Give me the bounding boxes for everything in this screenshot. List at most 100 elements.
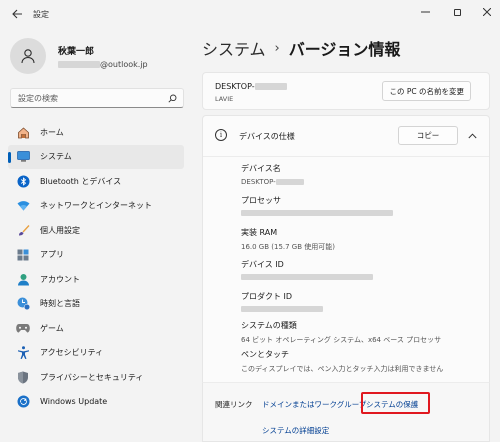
- maximize-button[interactable]: [446, 4, 468, 20]
- spec-device-id: デバイス ID: [241, 259, 373, 280]
- spec-label: プロセッサ: [241, 196, 281, 205]
- link-system-protection[interactable]: システムの保護: [366, 399, 418, 410]
- redacted-device-suffix: [254, 83, 287, 90]
- sidebar-item-label: アプリ: [40, 250, 64, 260]
- device-name-prefix: DESKTOP-: [215, 82, 255, 91]
- maximize-icon: [453, 8, 461, 16]
- user-avatar-icon: [21, 49, 35, 64]
- device-specs-header[interactable]: i デバイスの仕様 コピー: [203, 116, 489, 156]
- divider: [203, 156, 489, 157]
- spec-pen-touch: ペンとタッチ このディスプレイでは、ペン入力とタッチ入力は利用できません: [241, 349, 443, 374]
- sidebar-item-accessibility[interactable]: アクセシビリティ: [8, 341, 184, 366]
- sidebar-item-gaming[interactable]: ゲーム: [8, 316, 184, 341]
- search-box[interactable]: [10, 88, 184, 108]
- bluetooth-icon: [16, 174, 30, 188]
- spec-device-name: デバイス名 DESKTOP-: [241, 163, 304, 186]
- sidebar-item-privacy[interactable]: プライバシーとセキュリティ: [8, 365, 184, 390]
- spec-label: デバイス名: [241, 164, 281, 173]
- sidebar-item-label: ゲーム: [40, 323, 64, 333]
- user-profile[interactable]: 秋葉一郎 @outlook.jp: [10, 38, 148, 74]
- spec-value: 64 ビット オペレーティング システム、x64 ベース プロセッサ: [241, 336, 442, 344]
- accessibility-icon: [16, 346, 30, 360]
- time-language-icon: [16, 297, 30, 311]
- apps-icon: [16, 248, 30, 262]
- device-specs-title: デバイスの仕様: [239, 132, 295, 141]
- redacted-value: [241, 210, 393, 216]
- avatar: [10, 38, 46, 74]
- device-name: DESKTOP-: [215, 82, 287, 91]
- spec-value: [241, 210, 393, 216]
- sidebar-item-accounts[interactable]: アカウント: [8, 267, 184, 292]
- spec-label: プロダクト ID: [241, 292, 293, 301]
- close-icon: [483, 8, 491, 16]
- redacted-email-user: [58, 60, 100, 68]
- sidebar-item-label: システム: [40, 152, 72, 162]
- sidebar-item-bluetooth[interactable]: Bluetooth とデバイス: [8, 169, 184, 194]
- sidebar-nav: ホーム システム Bluetooth とデバイス ネットワークとインターネット …: [8, 120, 184, 414]
- copy-button[interactable]: コピー: [398, 126, 458, 145]
- related-links-section: 関連リンク ドメインまたはワークグループ システムの保護 システムの詳細設定: [202, 382, 490, 442]
- sidebar-item-label: 時刻と言語: [40, 299, 80, 309]
- sidebar-item-windows-update[interactable]: Windows Update: [8, 390, 184, 415]
- link-advanced-system-settings[interactable]: システムの詳細設定: [262, 425, 329, 436]
- back-button[interactable]: [10, 7, 24, 21]
- sidebar-item-label: ホーム: [40, 127, 64, 137]
- account-icon: [16, 272, 30, 286]
- chevron-up-icon[interactable]: [466, 130, 478, 142]
- sidebar-item-label: アカウント: [40, 274, 80, 284]
- gamepad-icon: [16, 321, 30, 335]
- search-icon[interactable]: [164, 94, 180, 103]
- link-domain-workgroup[interactable]: ドメインまたはワークグループ: [262, 399, 366, 410]
- system-display-icon: [16, 150, 30, 164]
- breadcrumb-separator: ›: [274, 40, 280, 56]
- redacted-value: [241, 274, 373, 280]
- user-name: 秋葉一郎: [58, 46, 95, 57]
- sidebar-item-home[interactable]: ホーム: [8, 120, 184, 145]
- spec-value: DESKTOP-: [241, 178, 304, 186]
- spec-system-type: システムの種類 64 ビット オペレーティング システム、x64 ベース プロセ…: [241, 320, 441, 345]
- spec-value: このディスプレイでは、ペン入力とタッチ入力は利用できません: [241, 365, 444, 373]
- wifi-icon: [16, 199, 30, 213]
- title-bar: 設定: [0, 0, 500, 28]
- minimize-icon: [420, 11, 430, 13]
- page-title: バージョン情報: [288, 40, 401, 59]
- device-name-card: DESKTOP- LAVIE この PC の名前を変更: [202, 72, 490, 110]
- user-email-domain: @outlook.jp: [100, 59, 148, 69]
- search-input[interactable]: [18, 93, 164, 103]
- spec-label: システムの種類: [241, 321, 297, 330]
- sidebar-item-label: アクセシビリティ: [40, 348, 104, 358]
- sidebar-item-label: ネットワークとインターネット: [40, 201, 152, 211]
- device-model: LAVIE: [215, 95, 234, 103]
- spec-value-text: DESKTOP-: [241, 178, 276, 186]
- close-button[interactable]: [476, 4, 498, 20]
- spec-label: 実装 RAM: [241, 228, 278, 237]
- sidebar-item-label: プライバシーとセキュリティ: [40, 372, 144, 382]
- spec-ram: 実装 RAM 16.0 GB (15.7 GB 使用可能): [241, 227, 335, 252]
- sidebar-item-apps[interactable]: アプリ: [8, 243, 184, 268]
- breadcrumb: システム › バージョン情報: [202, 36, 400, 60]
- sidebar-item-personalization[interactable]: 個人用設定: [8, 218, 184, 243]
- sidebar-item-network[interactable]: ネットワークとインターネット: [8, 194, 184, 219]
- sidebar-item-system[interactable]: システム: [8, 144, 184, 169]
- info-icon: i: [215, 129, 227, 141]
- brush-icon: [16, 223, 30, 237]
- windows-update-icon: [16, 395, 30, 409]
- arrow-left-icon: [11, 9, 22, 19]
- spec-label: ペンとタッチ: [241, 350, 289, 359]
- sidebar-item-label: 個人用設定: [40, 225, 80, 235]
- spec-processor: プロセッサ: [241, 195, 393, 216]
- breadcrumb-parent[interactable]: システム: [202, 36, 266, 60]
- related-links-label: 関連リンク: [215, 400, 253, 409]
- app-title: 設定: [33, 10, 49, 19]
- spec-label: デバイス ID: [241, 260, 284, 269]
- redacted-value: [275, 179, 304, 185]
- sidebar-item-label: Bluetooth とデバイス: [40, 176, 122, 186]
- sidebar-item-time-language[interactable]: 時刻と言語: [8, 292, 184, 317]
- rename-pc-button[interactable]: この PC の名前を変更: [382, 81, 471, 101]
- device-specs-card: i デバイスの仕様 コピー デバイス名 DESKTOP- プロセッサ 実装 RA…: [202, 115, 490, 387]
- shield-icon: [16, 370, 30, 384]
- spec-value: 16.0 GB (15.7 GB 使用可能): [241, 243, 335, 251]
- minimize-button[interactable]: [414, 4, 436, 20]
- sidebar-item-label: Windows Update: [40, 397, 108, 407]
- redacted-value: [241, 306, 323, 312]
